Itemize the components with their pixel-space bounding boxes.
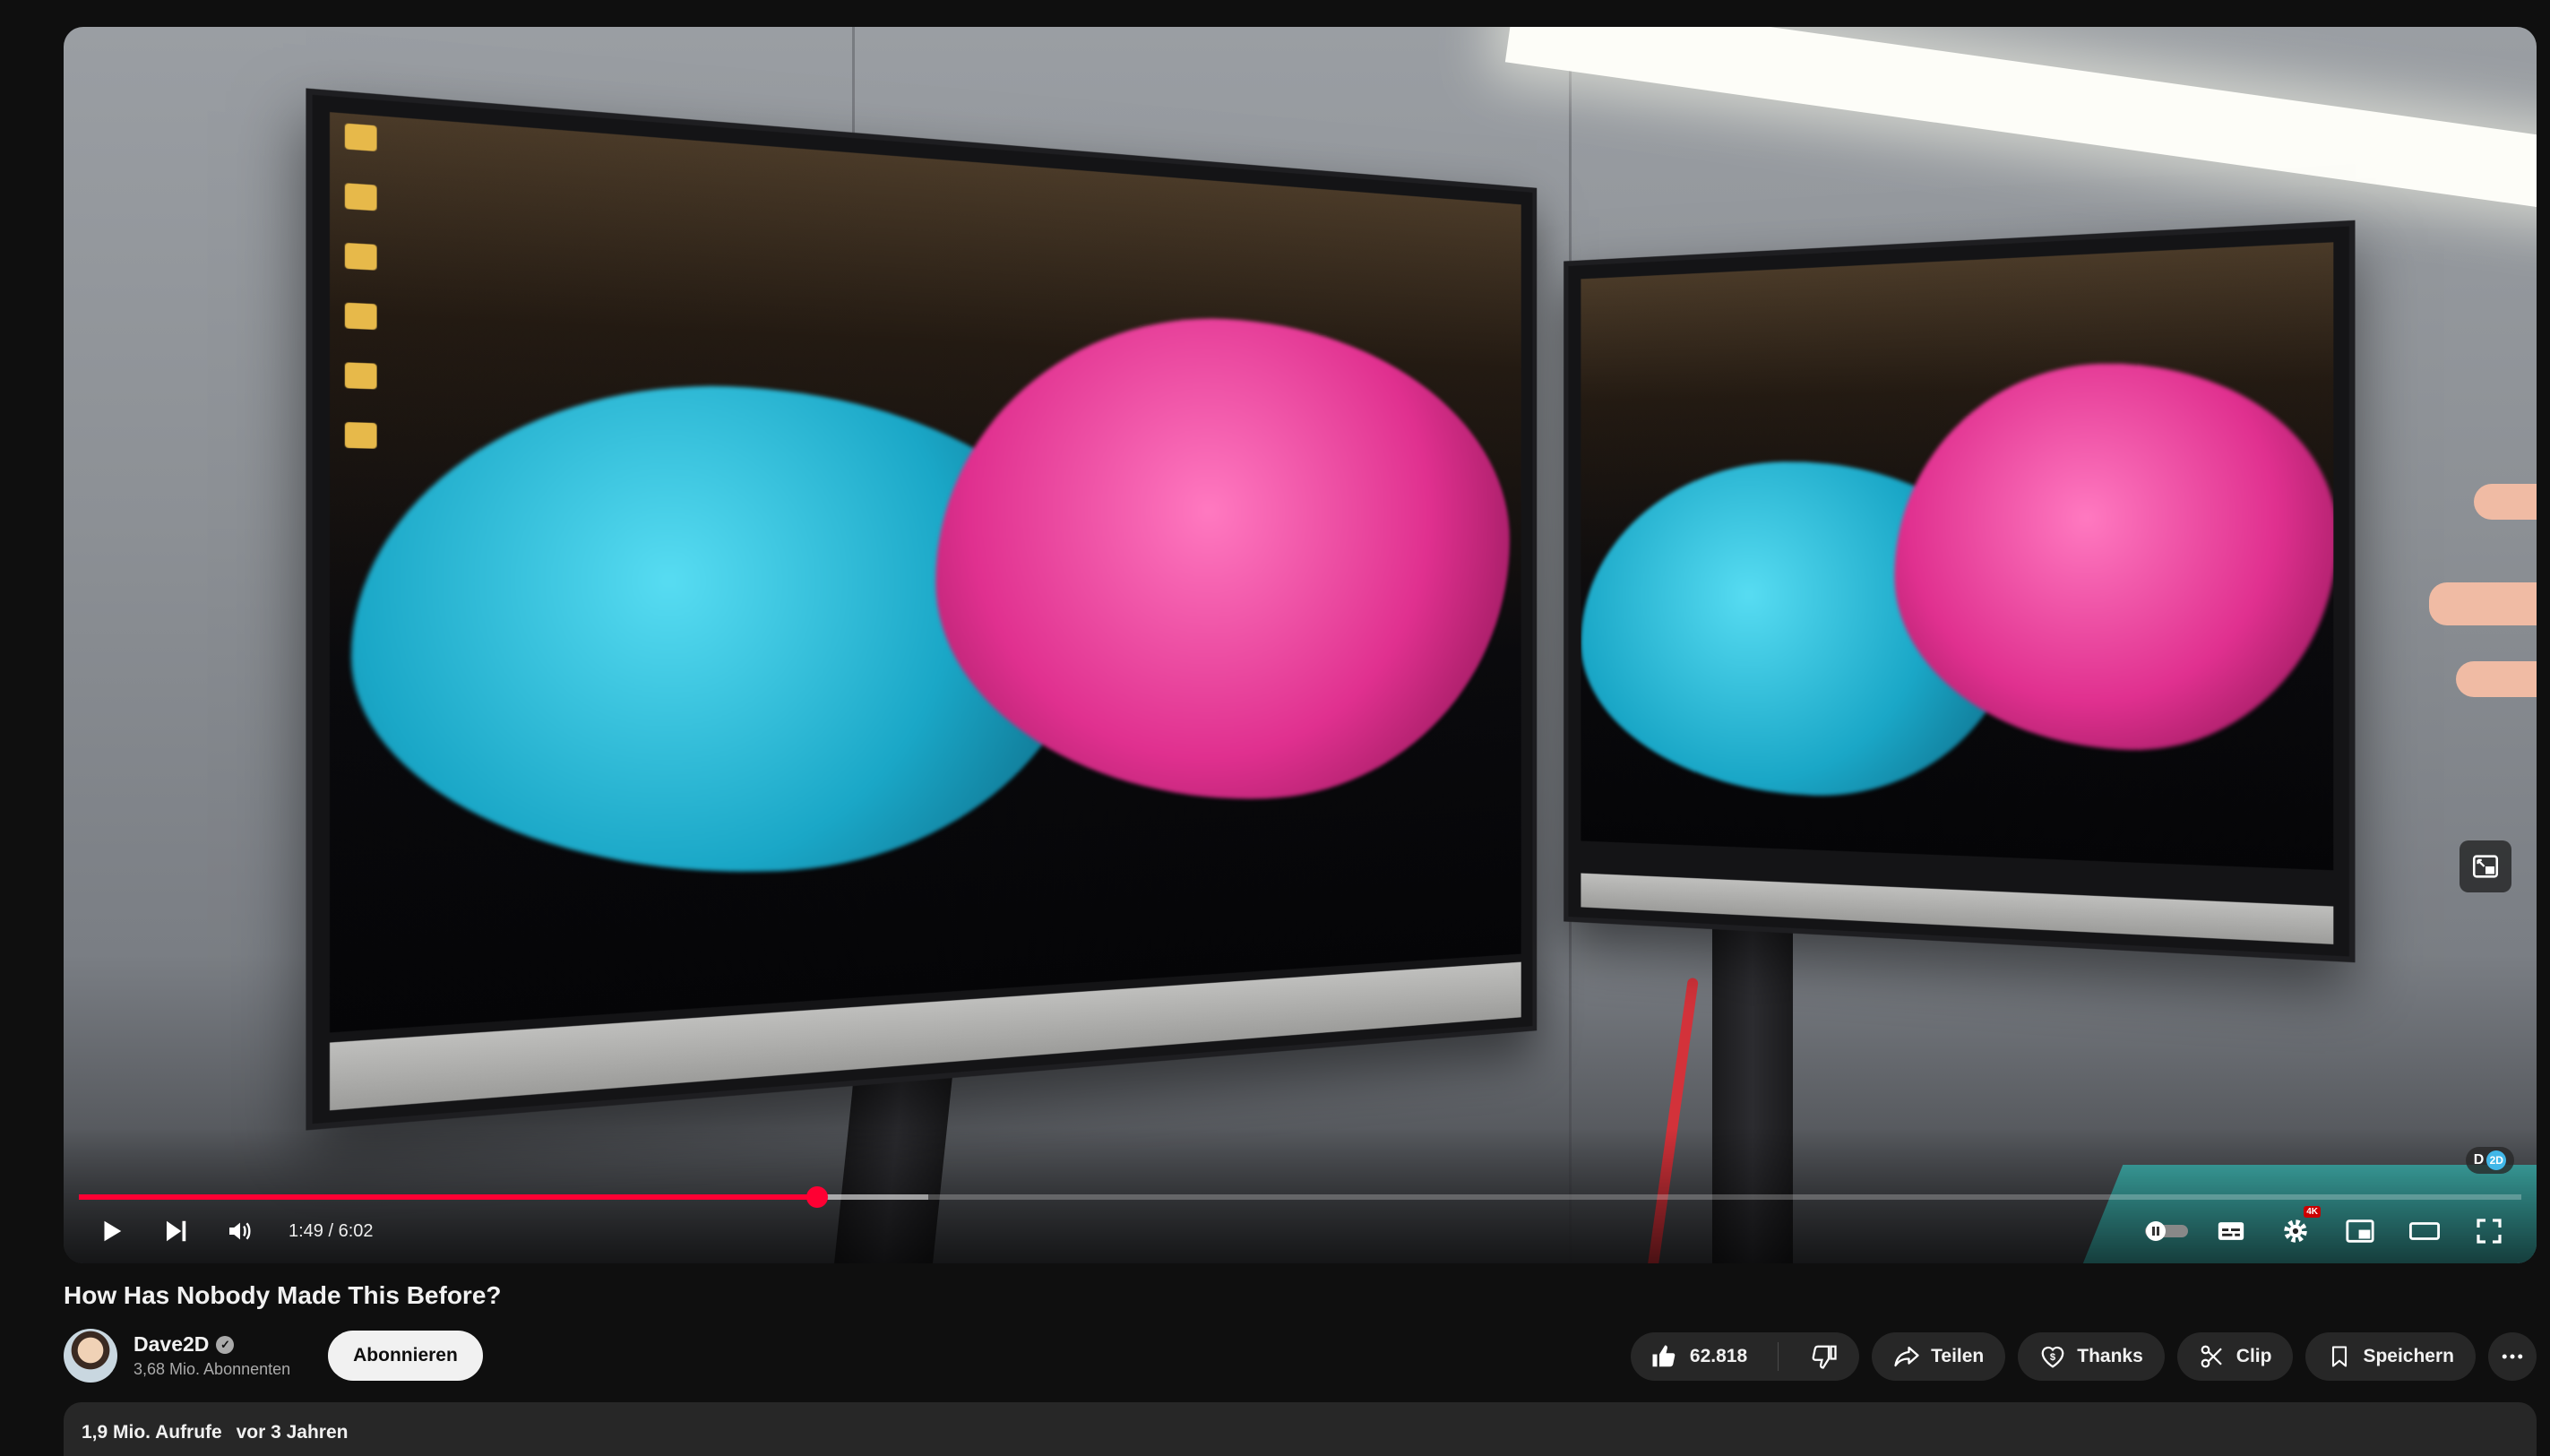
subtitles-icon [2218,1222,2244,1240]
thanks-button[interactable]: $ Thanks [2018,1332,2165,1381]
left-screen [329,112,1521,1033]
save-label: Speichern [2363,1346,2454,1366]
pip-icon [2472,855,2499,878]
right-monitor-chin [1581,873,2334,944]
right-screen [1581,242,2334,871]
clip-label: Clip [2236,1346,2272,1366]
channel-avatar[interactable] [64,1329,117,1383]
view-count: 1,9 Mio. Aufrufe [82,1422,222,1443]
played-bar [79,1194,817,1200]
thanks-label: Thanks [2077,1346,2143,1366]
fullscreen-icon [2477,1219,2502,1244]
left-monitor [306,88,1538,1131]
more-icon [2502,1354,2523,1359]
dislike-button[interactable] [1789,1332,1859,1381]
settings-icon [2284,1219,2307,1243]
play-button[interactable] [79,1210,143,1253]
hand [2474,484,2537,520]
fullscreen-button[interactable] [2457,1210,2521,1253]
description-box[interactable]: 1,9 Mio. Aufrufe vor 3 Jahren [64,1402,2537,1456]
action-bar: 62.818 Teilen $ Thanks Clip Speichern [1630,1332,2537,1381]
desktop-icons [344,123,392,483]
channel-name[interactable]: Dave2D [134,1332,209,1357]
pip-button[interactable] [2460,840,2511,892]
video-title: How Has Nobody Made This Before? [64,1281,502,1309]
theater-icon [2409,1222,2440,1240]
channel-owner: Dave2D ✓ 3,68 Mio. Abonnenten Abonnieren [64,1329,483,1383]
theater-button[interactable] [2392,1210,2457,1253]
hand [2429,582,2537,625]
clip-button[interactable]: Clip [2176,1332,2294,1381]
like-count: 62.818 [1689,1346,1748,1366]
channel-name-row: Dave2D ✓ [134,1332,290,1357]
next-button[interactable] [143,1210,208,1253]
player-controls: 1:49 / 6:02 4K [79,1206,2521,1253]
verified-icon: ✓ [216,1335,235,1354]
play-icon [104,1220,122,1242]
share-label: Teilen [1931,1346,1985,1366]
miniplayer-button[interactable] [2328,1210,2392,1253]
subscribe-button[interactable]: Abonnieren [328,1331,483,1381]
watermark-text: 2D [2486,1150,2507,1170]
autoplay-toggle[interactable] [2134,1210,2199,1253]
save-button[interactable]: Speichern [2305,1332,2476,1381]
next-icon [167,1220,186,1242]
volume-button[interactable] [208,1210,272,1253]
video-player[interactable] [64,27,2537,1263]
channel-info: Dave2D ✓ 3,68 Mio. Abonnenten [134,1332,290,1379]
scrubber-handle[interactable] [805,1186,828,1208]
ceiling-light [1504,27,2537,225]
miniplayer-icon [2346,1219,2374,1243]
subscriber-count: 3,68 Mio. Abonnenten [134,1360,291,1378]
more-actions-button[interactable] [2488,1332,2537,1381]
right-monitor [1564,220,2356,963]
progress-bar[interactable] [79,1186,2521,1208]
svg-text:$: $ [2050,1352,2056,1363]
volume-icon [229,1222,251,1240]
like-dislike-group: 62.818 [1630,1332,1860,1381]
pink-ink [1894,356,2334,755]
thumbs-down-icon [1812,1345,1837,1369]
like-button[interactable]: 62.818 [1631,1332,1767,1381]
share-icon [1894,1346,1919,1367]
thumbs-up-icon [1652,1345,1676,1367]
share-button[interactable]: Teilen [1872,1332,2006,1381]
subtitles-button[interactable] [2199,1210,2263,1253]
description-meta: 1,9 Mio. Aufrufe vor 3 Jahren [82,1422,2519,1443]
channel-watermark[interactable]: D 2D [2466,1147,2514,1174]
youtube-watch-page: { "video": { "current_time": "1:49", "du… [0,0,2550,1456]
autoplay-toggle-icon [2145,1221,2188,1241]
thanks-icon: $ [2041,1346,2064,1368]
hand [2456,661,2537,697]
bookmark-icon [2332,1346,2348,1367]
clip-icon [2201,1345,2222,1368]
right-controls: 4K [2134,1206,2521,1253]
time-display: 1:49 / 6:02 [289,1220,374,1241]
like-divider [1778,1342,1779,1371]
quality-badge: 4K [2304,1206,2321,1218]
settings-button[interactable]: 4K [2263,1206,2328,1253]
upload-age: vor 3 Jahren [236,1422,349,1443]
